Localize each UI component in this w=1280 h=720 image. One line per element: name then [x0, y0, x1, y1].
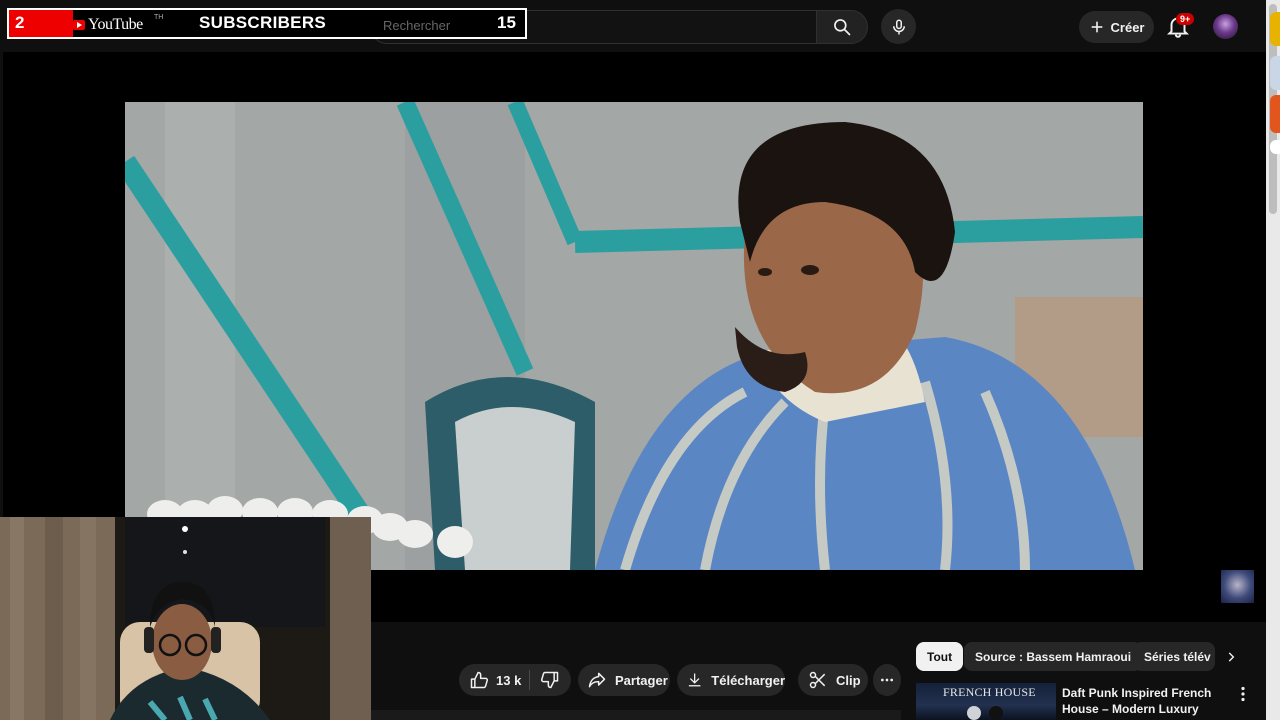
chip-tv-series[interactable]: Séries télév — [1133, 642, 1215, 671]
scissors-icon — [809, 671, 826, 689]
video-frame[interactable] — [125, 102, 1143, 570]
download-button[interactable]: Télécharger — [677, 664, 785, 696]
overlay-tm: TH — [154, 14, 164, 21]
extension-tab-grey[interactable] — [1270, 56, 1280, 90]
voice-search-button[interactable] — [881, 9, 916, 44]
like-dislike-group: 13 k — [459, 664, 571, 696]
webcam-overlay — [0, 517, 371, 720]
subscriber-goal-overlay: 2 YouTube TH SUBSCRIBERS Rechercher 15 — [7, 8, 527, 39]
mic-icon — [892, 19, 905, 34]
chip-all[interactable]: Tout — [916, 642, 964, 671]
create-label: Créer — [1110, 19, 1145, 35]
extension-tab-orange[interactable] — [1270, 95, 1280, 133]
share-label: Partager — [615, 672, 668, 688]
description-box-edge — [371, 710, 901, 720]
share-button[interactable]: Partager — [578, 664, 670, 696]
thumb-down-icon — [540, 671, 559, 689]
download-label: Télécharger — [711, 672, 785, 688]
plus-icon — [1091, 21, 1102, 33]
notification-badge: 9+ — [1176, 13, 1195, 25]
search-button[interactable] — [816, 10, 868, 44]
overlay-title: SUBSCRIBERS — [199, 13, 327, 32]
like-count: 13 k — [496, 672, 522, 688]
overlay-left-count: 2 — [15, 13, 25, 32]
thumb-up-icon — [470, 671, 489, 689]
clip-button[interactable]: Clip — [798, 664, 868, 696]
vertical-dots-icon — [1241, 686, 1245, 702]
webcam-scene — [0, 517, 371, 720]
chip-source[interactable]: Source : Bassem Hamraoui — [964, 642, 1143, 671]
share-icon — [588, 672, 606, 688]
overlay-right-count: 15 — [497, 13, 516, 32]
chevron-right-icon — [1228, 652, 1235, 662]
like-button[interactable]: 13 k — [459, 664, 529, 696]
video-scene — [125, 102, 1143, 570]
search-placeholder: Rechercher — [383, 18, 451, 33]
suggested-video-thumbnail[interactable]: FRENCH HOUSE — [916, 683, 1056, 720]
search-icon — [834, 19, 851, 36]
create-button[interactable]: Créer — [1079, 11, 1154, 43]
dislike-button[interactable] — [530, 664, 570, 696]
chips-next-button[interactable] — [1220, 646, 1242, 668]
suggested-video-menu[interactable] — [1236, 685, 1250, 703]
more-horizontal-icon — [881, 678, 893, 682]
channel-thumbnail[interactable] — [1221, 570, 1254, 603]
extension-tab-yellow[interactable] — [1270, 12, 1280, 46]
overlay-youtube-logo: YouTube — [73, 16, 143, 34]
download-icon — [688, 673, 701, 687]
extension-tab-white[interactable] — [1270, 140, 1280, 154]
overlay-logo-text: YouTube — [88, 16, 143, 33]
thumbnail-figures — [967, 706, 1003, 720]
clip-label: Clip — [836, 672, 861, 688]
youtube-play-icon — [73, 20, 85, 30]
suggested-video-title[interactable]: Daft Punk Inspired French House – Modern… — [1062, 685, 1232, 720]
more-actions-button[interactable] — [873, 664, 901, 696]
account-avatar[interactable] — [1213, 14, 1238, 39]
